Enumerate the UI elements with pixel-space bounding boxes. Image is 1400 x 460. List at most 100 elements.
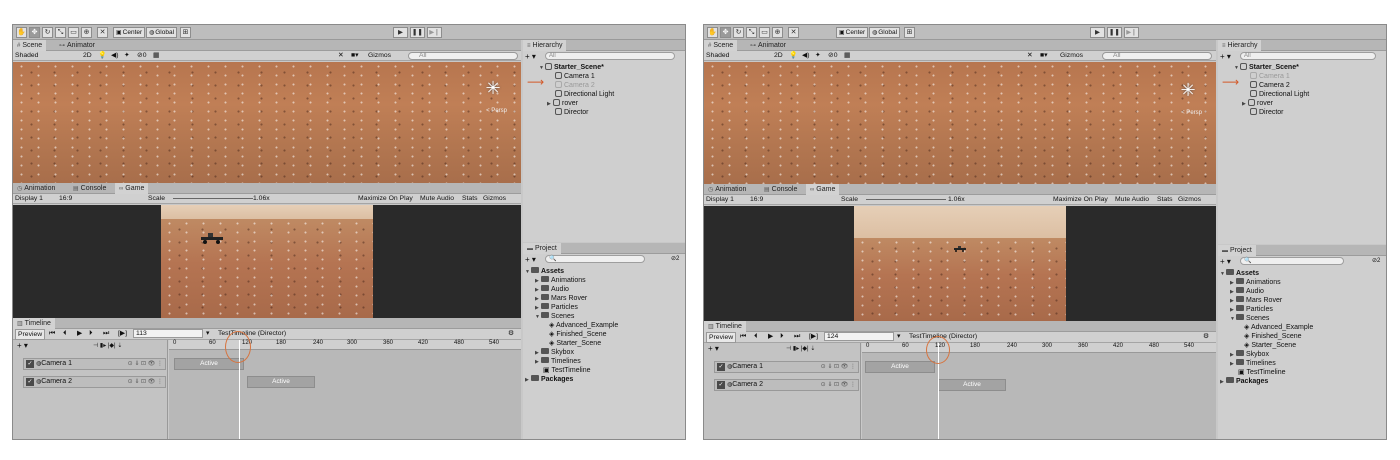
project-scene-starter[interactable]: ◈ Starter_Scene (1244, 341, 1296, 350)
scene-view[interactable]: ✳ < Persp (704, 62, 1216, 184)
transform-tool-icon[interactable]: ⊕ (81, 27, 92, 38)
timeline-play-button[interactable]: ▶ (77, 329, 82, 339)
display-dropdown[interactable]: Display 1 (706, 195, 734, 205)
rotate-tool-icon[interactable]: ↻ (733, 27, 744, 38)
project-packages-folder[interactable]: ▶ Packages (1220, 377, 1268, 387)
loop-button[interactable]: [▶] (809, 332, 818, 342)
tab-console[interactable]: ▤ Console (69, 183, 110, 194)
scale-tool-icon[interactable]: ⤡ (746, 27, 757, 38)
scene-search-input[interactable]: All (408, 52, 518, 60)
track-camera-1[interactable]: ✓ ◍Camera 1 ⊙ ⇓ ⊡ 👁 ⋮ (23, 358, 166, 370)
tab-scene[interactable]: # Scene (13, 40, 47, 51)
shading-dropdown[interactable]: Shaded (15, 51, 38, 61)
stats-button[interactable]: Stats (462, 194, 478, 204)
custom-tool-icon[interactable]: ✕ (97, 27, 108, 38)
hierarchy-search-input[interactable]: All (1240, 52, 1376, 60)
pivot-global-toggle[interactable]: ◍Global (146, 27, 178, 38)
timeline-ruler[interactable]: 0 60 120 180 240 300 360 420 480 540 (169, 340, 521, 350)
loop-button[interactable]: [▶] (118, 329, 127, 339)
scene-gizmo-icon[interactable]: ✳ (1174, 76, 1202, 104)
hierarchy-item-director[interactable]: Director (1250, 108, 1284, 117)
next-frame-button[interactable]: ⏵ (89, 329, 92, 339)
2d-toggle[interactable]: 2D (83, 51, 92, 61)
game-view[interactable] (704, 206, 1216, 321)
prev-frame-button[interactable]: ⏴ (63, 329, 66, 339)
audio-icon[interactable]: ◀) (802, 51, 810, 61)
goto-start-button[interactable]: ⏮ (740, 332, 746, 342)
effects-icon[interactable]: ✦ (124, 51, 130, 61)
timeline-clips-area[interactable]: 0 60 120 180 240 300 360 420 480 540 Act… (862, 343, 1216, 439)
timeline-play-button[interactable]: ▶ (768, 332, 773, 342)
tools-icon[interactable]: ✕ (338, 51, 344, 61)
game-gizmos-button[interactable]: Gizmos (1178, 195, 1201, 205)
hidden-objects-toggle[interactable]: ⊘ 0 (828, 51, 837, 61)
add-track-button[interactable]: + ▾ (708, 344, 719, 353)
tab-hierarchy[interactable]: ≡ Hierarchy (1218, 40, 1262, 51)
track-enable-checkbox[interactable]: ✓ (717, 381, 725, 389)
hierarchy-item-director[interactable]: Director (555, 108, 589, 117)
stats-button[interactable]: Stats (1157, 195, 1173, 205)
hierarchy-item-directional-light[interactable]: Directional Light (1250, 90, 1309, 99)
add-track-button[interactable]: + ▾ (17, 341, 28, 350)
light-icon[interactable]: 💡 (98, 51, 106, 61)
hierarchy-item-directional-light[interactable]: Directional Light (555, 90, 614, 99)
tab-scene[interactable]: # Scene (704, 40, 738, 51)
persp-label[interactable]: < Persp (486, 108, 507, 114)
aspect-dropdown[interactable]: 16:9 (750, 195, 763, 205)
pivot-center-toggle[interactable]: ▣Center (113, 27, 146, 38)
tab-animator[interactable]: ⊶ Animator (746, 40, 790, 51)
rotate-tool-icon[interactable]: ↻ (42, 27, 53, 38)
project-search-input[interactable]: 🔍 (545, 255, 645, 263)
shading-dropdown[interactable]: Shaded (706, 51, 729, 61)
game-gizmos-button[interactable]: Gizmos (483, 194, 506, 204)
project-scene-starter[interactable]: ◈ Starter_Scene (549, 339, 601, 348)
track-lock-icons[interactable]: ⊙ ⇓ ⊡ 👁 ⋮ (128, 377, 163, 387)
goto-end-button[interactable]: ⏭ (103, 329, 109, 339)
next-frame-button[interactable]: ⏵ (780, 332, 783, 342)
preview-button[interactable]: Preview (15, 329, 46, 340)
rect-tool-icon[interactable]: ▭ (68, 27, 79, 38)
step-button[interactable]: ▶❙ (1124, 27, 1139, 38)
tab-hierarchy[interactable]: ≡ Hierarchy (523, 40, 567, 51)
effects-icon[interactable]: ✦ (815, 51, 821, 61)
timeline-dropdown-icon[interactable]: ▾ (897, 332, 900, 342)
snap-icon[interactable]: ⊞ (180, 27, 191, 38)
scale-slider[interactable] (866, 199, 946, 200)
pivot-center-toggle[interactable]: ▣Center (836, 27, 869, 38)
game-view[interactable] (13, 205, 521, 318)
track-enable-checkbox[interactable]: ✓ (26, 378, 34, 386)
tab-timeline[interactable]: ▥ Timeline (13, 318, 55, 329)
tab-console[interactable]: ▤ Console (760, 184, 801, 195)
clip-camera-1-active[interactable]: Active (865, 361, 935, 373)
hierarchy-search-input[interactable]: All (545, 52, 675, 60)
transform-tool-icon[interactable]: ⊕ (772, 27, 783, 38)
pause-button[interactable]: ❚❚ (1107, 27, 1122, 38)
hierarchy-item-camera-2[interactable]: Camera 2 (555, 81, 595, 90)
hierarchy-add-button[interactable]: + ▾ (525, 52, 536, 61)
project-search-input[interactable]: 🔍 (1240, 257, 1344, 265)
timeline-dropdown-icon[interactable]: ▾ (206, 329, 209, 339)
track-enable-checkbox[interactable]: ✓ (26, 360, 34, 368)
tools-icon[interactable]: ✕ (1027, 51, 1033, 61)
grid-icon[interactable]: ▦ (153, 51, 159, 61)
audio-icon[interactable]: ◀) (111, 51, 119, 61)
prev-frame-button[interactable]: ⏴ (754, 332, 757, 342)
scale-slider[interactable] (173, 198, 253, 199)
camera-icon[interactable]: ■▾ (351, 51, 359, 61)
goto-end-button[interactable]: ⏭ (794, 332, 800, 342)
tab-timeline[interactable]: ▥ Timeline (704, 321, 746, 332)
camera-icon[interactable]: ■▾ (1040, 51, 1048, 61)
light-icon[interactable]: 💡 (789, 51, 797, 61)
aspect-dropdown[interactable]: 16:9 (59, 194, 72, 204)
track-camera-2[interactable]: ✓ ◍Camera 2 ⊙ ⇓ ⊡ 👁 ⋮ (714, 379, 859, 391)
timeline-ruler[interactable]: 0 60 120 180 240 300 360 420 480 540 (862, 343, 1216, 353)
project-scene-finished[interactable]: ◈ Finished_Scene (549, 330, 607, 339)
hierarchy-item-camera-2[interactable]: Camera 2 (1250, 81, 1290, 90)
project-packages-folder[interactable]: ▶ Packages (525, 375, 573, 385)
rect-tool-icon[interactable]: ▭ (759, 27, 770, 38)
project-scene-finished[interactable]: ◈ Finished_Scene (1244, 332, 1302, 341)
pause-button[interactable]: ❚❚ (410, 27, 425, 38)
gizmos-dropdown[interactable]: Gizmos (1060, 51, 1083, 61)
hierarchy-add-button[interactable]: + ▾ (1220, 52, 1231, 61)
maximize-on-play-button[interactable]: Maximize On Play (358, 194, 413, 204)
